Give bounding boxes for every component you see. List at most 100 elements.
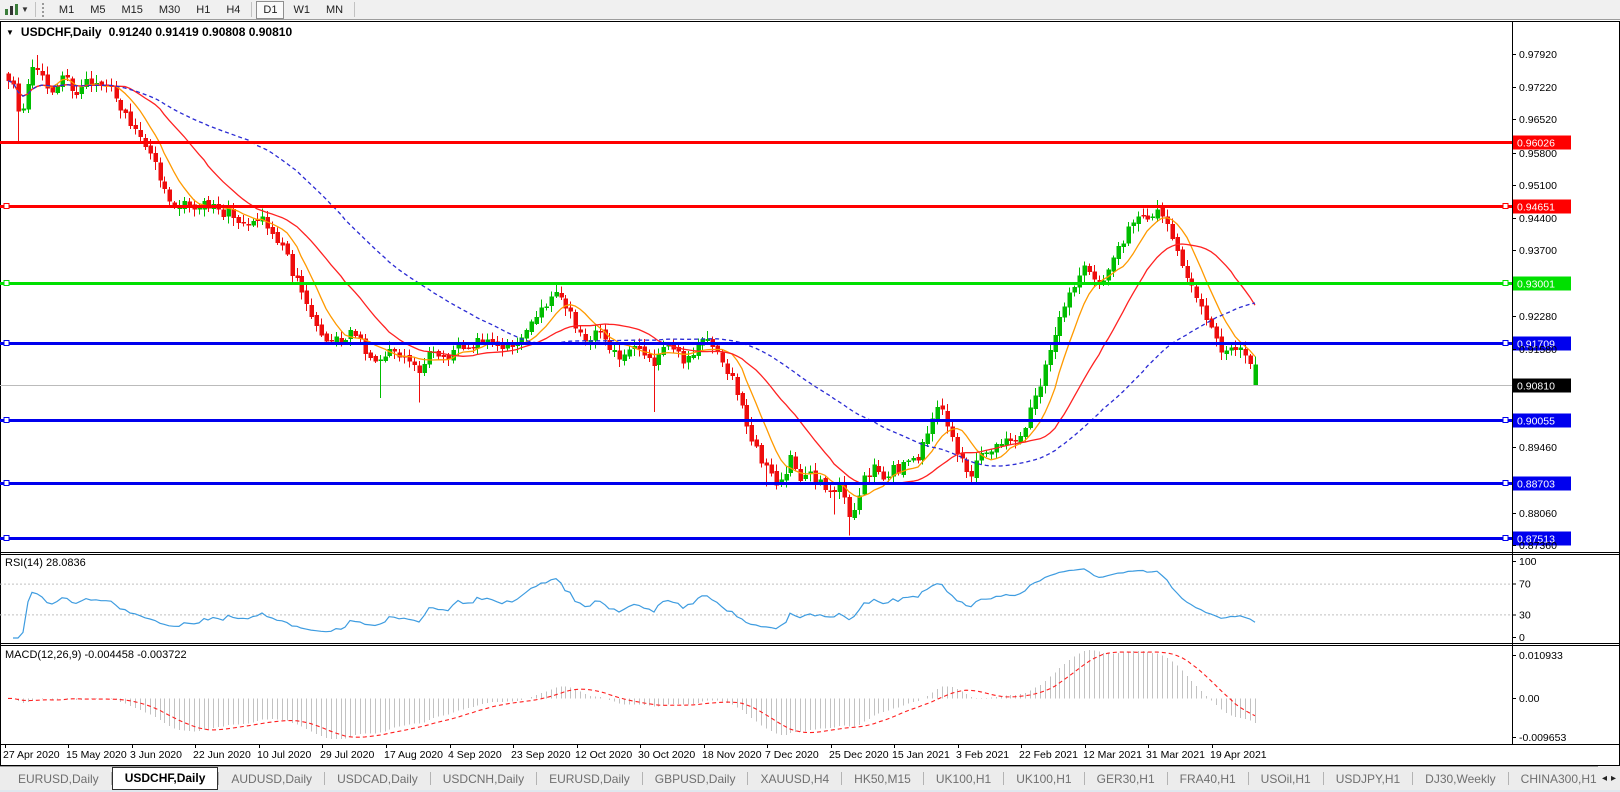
date-axis-label: 29 Jul 2020 — [320, 749, 374, 761]
tab-USDCHF-Daily[interactable]: USDCHF,Daily — [111, 767, 219, 790]
hline-left-handle[interactable] — [3, 340, 10, 346]
chart-tab-bar: EURUSD,Daily USDCHF,Daily AUDUSD,Daily USDC… — [0, 766, 1620, 790]
date-axis-label: 25 Dec 2020 — [829, 749, 889, 761]
date-axis-label: 19 Apr 2021 — [1210, 749, 1267, 761]
chart-canvas[interactable]: 0.960260.946510.930010.917090.900550.887… — [0, 21, 1620, 766]
timeframe-button-M1[interactable]: M1 — [52, 1, 81, 19]
mt4-window: { "toolbar": { "dropdown_caret": "▼", "t… — [0, 0, 1620, 792]
hline-right-handle[interactable] — [1502, 340, 1509, 346]
tab-USDCNH-Daily[interactable]: USDCNH,Daily — [431, 769, 536, 789]
macd-indicator-label: MACD(12,26,9) -0.004458 -0.003722 — [5, 649, 187, 661]
date-axis-label: 4 Sep 2020 — [448, 749, 502, 761]
tab-GER30-H1[interactable]: GER30,H1 — [1085, 769, 1167, 789]
price-axis-tick: 0.93700 — [1519, 245, 1557, 257]
tab-USDCAD-Daily[interactable]: USDCAD,Daily — [325, 769, 430, 789]
tab-FRA40-H1[interactable]: FRA40,H1 — [1168, 769, 1248, 789]
date-axis-label: 15 May 2020 — [66, 749, 127, 761]
date-axis-label: 27 Apr 2020 — [3, 749, 60, 761]
chart-window-border — [0, 21, 1620, 766]
timeframe-button-H4[interactable]: H4 — [219, 1, 247, 19]
tab-scroll-arrows: ◂ ▸ — [1597, 766, 1620, 790]
hline-left-handle[interactable] — [3, 203, 10, 209]
chart-type-icon[interactable] — [4, 3, 20, 16]
timeframe-button-D1[interactable]: D1 — [256, 0, 285, 19]
rsi-axis-tick: 30 — [1519, 609, 1531, 621]
price-axis-tick: 0.97220 — [1519, 82, 1557, 94]
tab-EURUSD-Daily[interactable]: EURUSD,Daily — [6, 769, 111, 789]
rsi-line — [13, 568, 1256, 639]
rsi-axis-tick: 0 — [1519, 632, 1525, 644]
timeframe-buttons: M1 M5 M15 M30 H1 H4 D1 W1 MN — [51, 0, 358, 19]
timeframe-button-M5[interactable]: M5 — [83, 1, 112, 19]
candlesticks — [6, 54, 1258, 536]
chart-symbol-title: USDCHF,Daily — [20, 25, 102, 39]
current-price-tag-text: 0.90810 — [1517, 381, 1555, 393]
date-axis-label: 23 Sep 2020 — [511, 749, 571, 761]
tab-UK100-H1[interactable]: UK100,H1 — [1004, 769, 1083, 789]
hline-price-tag-text: 0.90055 — [1517, 416, 1555, 428]
price-axis-tick: 0.91580 — [1519, 344, 1557, 356]
date-axis-label: 15 Jan 2021 — [892, 749, 950, 761]
hline-right-handle[interactable] — [1502, 417, 1509, 423]
hline-left-handle[interactable] — [3, 417, 10, 423]
hline-right-handle[interactable] — [1502, 203, 1509, 209]
date-axis-label: 31 Mar 2021 — [1146, 749, 1205, 761]
toolbar-separator — [34, 2, 36, 17]
hline-left-handle[interactable] — [3, 280, 10, 286]
date-axis-label: 12 Oct 2020 — [575, 749, 632, 761]
hline-right-handle[interactable] — [1502, 280, 1509, 286]
tab-UK100-H1[interactable]: UK100,H1 — [924, 769, 1003, 789]
toolbar-separator — [251, 2, 253, 17]
tab-HK50-M15[interactable]: HK50,M15 — [842, 769, 923, 789]
macd-signal-line — [7, 651, 1256, 738]
hline-price-tag-text: 0.94651 — [1517, 202, 1555, 214]
rsi-axis-tick: 70 — [1519, 579, 1531, 591]
tab-EURUSD-Daily[interactable]: EURUSD,Daily — [537, 769, 642, 789]
hline-right-handle[interactable] — [1502, 535, 1509, 541]
tab-USDJPY-H1[interactable]: USDJPY,H1 — [1324, 769, 1412, 789]
macd-axis-tick: 0.010933 — [1519, 650, 1563, 662]
tab-XAUUSD-H4[interactable]: XAUUSD,H4 — [748, 769, 841, 789]
chart-collapse-caret[interactable]: ▼ — [6, 28, 14, 37]
macd-axis-tick: -0.009653 — [1519, 732, 1566, 744]
macd-axis-tick: 0.00 — [1519, 693, 1540, 705]
rsi-indicator-label: RSI(14) 28.0836 — [5, 557, 86, 569]
price-axis-tick: 0.87360 — [1519, 540, 1557, 552]
date-axis-label: 30 Oct 2020 — [638, 749, 695, 761]
tab-USOil-H1[interactable]: USOil,H1 — [1249, 769, 1323, 789]
price-axis-tick: 0.89460 — [1519, 442, 1557, 454]
timeframe-button-MN[interactable]: MN — [319, 1, 350, 19]
tab-GBPUSD-Daily[interactable]: GBPUSD,Daily — [643, 769, 748, 789]
date-axis-label: 3 Feb 2021 — [956, 749, 1009, 761]
date-axis-label: 18 Nov 2020 — [702, 749, 762, 761]
rsi-axis-tick: 100 — [1519, 556, 1537, 568]
timeframe-button-W1[interactable]: W1 — [286, 1, 317, 19]
price-axis-tick: 0.94400 — [1519, 213, 1557, 225]
price-axis-tick: 0.95800 — [1519, 148, 1557, 160]
price-axis-tick: 0.97920 — [1519, 49, 1557, 61]
price-axis-tick: 0.95100 — [1519, 180, 1557, 192]
tab-AUDUSD-Daily[interactable]: AUDUSD,Daily — [219, 769, 324, 789]
hline-left-handle[interactable] — [3, 480, 10, 486]
date-axis-label: 7 Dec 2020 — [765, 749, 819, 761]
tab-CHINA300-H1[interactable]: CHINA300,H1 — [1509, 769, 1609, 789]
chart-title-row: ▼ USDCHF,Daily 0.91240 0.91419 0.90808 0… — [6, 25, 292, 39]
hline-right-handle[interactable] — [1502, 480, 1509, 486]
date-axis-label: 17 Aug 2020 — [384, 749, 443, 761]
hline-price-tag-text: 0.93001 — [1517, 279, 1555, 291]
timeframe-button-M30[interactable]: M30 — [152, 1, 187, 19]
chart-ohlc-values: 0.91240 0.91419 0.90808 0.90810 — [108, 25, 293, 39]
toolbar-grip-handle[interactable] — [41, 2, 46, 17]
timeframe-button-M15[interactable]: M15 — [114, 1, 149, 19]
tab-scroll-right-icon[interactable]: ▸ — [1611, 773, 1616, 784]
tab-DJ30-Weekly[interactable]: DJ30,Weekly — [1413, 769, 1507, 789]
date-axis-label: 10 Jul 2020 — [257, 749, 311, 761]
toolbar-separator — [354, 2, 356, 17]
timeframe-toolbar: ▼ M1 M5 M15 M30 H1 H4 D1 W1 MN — [0, 0, 1620, 20]
price-axis-tick: 0.88060 — [1519, 508, 1557, 520]
timeframe-button-H1[interactable]: H1 — [189, 1, 217, 19]
date-axis-label: 3 Jun 2020 — [130, 749, 182, 761]
tab-scroll-left-icon[interactable]: ◂ — [1602, 773, 1607, 784]
hline-left-handle[interactable] — [3, 535, 10, 541]
chart-type-dropdown-caret[interactable]: ▼ — [21, 5, 29, 14]
